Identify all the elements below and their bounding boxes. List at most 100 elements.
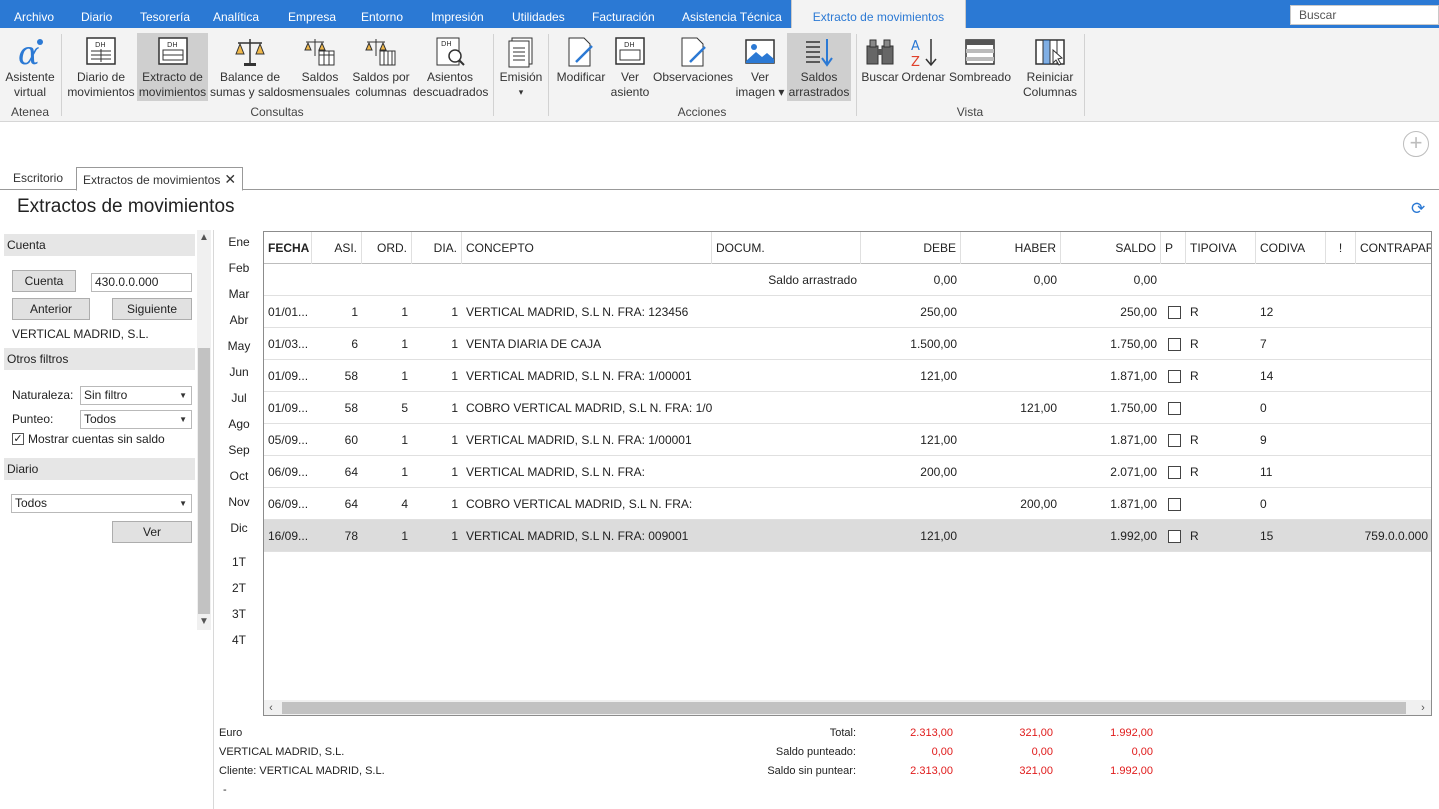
naturaleza-select[interactable]: Sin filtro ▼ — [80, 386, 192, 405]
scroll-up-icon[interactable]: ▲ — [197, 232, 211, 243]
month-15[interactable]: 4T — [222, 633, 256, 647]
col-alert[interactable]: ! — [1326, 232, 1356, 264]
modificar-button[interactable]: Modificar — [553, 33, 609, 101]
col-tipoiva[interactable]: TIPOIVA — [1186, 232, 1256, 264]
tab-extractos-movimientos[interactable]: Extractos de movimientos ✕ — [76, 167, 244, 191]
observaciones-button[interactable]: Observaciones — [653, 33, 733, 101]
month-1[interactable]: Feb — [222, 261, 256, 275]
month-13[interactable]: 2T — [222, 581, 256, 595]
col-dia[interactable]: DIA. — [412, 232, 462, 264]
month-7[interactable]: Ago — [222, 417, 256, 431]
menu-archivo[interactable]: Archivo — [14, 0, 54, 28]
table-row[interactable]: 01/09... 58 5 1 COBRO VERTICAL MADRID, S.L N… — [264, 392, 1431, 424]
col-codiva[interactable]: CODIVA — [1256, 232, 1326, 264]
grid-horizontal-scrollbar[interactable]: ‹ › — [264, 700, 1431, 715]
menu-tesoreria[interactable]: Tesorería — [140, 0, 190, 28]
cuenta-input[interactable]: 430.0.0.000 — [91, 273, 192, 292]
col-contrapartida[interactable]: CONTRAPARTIDA — [1356, 232, 1431, 264]
col-concepto[interactable]: CONCEPTO — [462, 232, 712, 264]
extracto-movimientos-button[interactable]: DH Extracto de movimientos — [137, 33, 208, 101]
cell-asi: 64 — [344, 497, 358, 511]
sombreado-button[interactable]: Sombreado — [948, 33, 1012, 101]
balance-sumas-saldos-button[interactable]: Balance de sumas y saldos — [210, 33, 293, 101]
asistente-virtual-button[interactable]: α Asistente virtual — [4, 33, 56, 101]
month-2[interactable]: Mar — [222, 287, 256, 301]
refresh-icon[interactable]: ⟳ — [1411, 199, 1425, 219]
emision-button[interactable]: Emisión ▾ — [497, 33, 545, 101]
month-5[interactable]: Jun — [222, 365, 256, 379]
close-icon[interactable]: ✕ — [224, 171, 236, 187]
menu-utilidades[interactable]: Utilidades — [512, 0, 565, 28]
reiniciar-columnas-button[interactable]: Reiniciar Columnas — [1020, 33, 1080, 101]
month-3[interactable]: Abr — [222, 313, 256, 327]
punteo-checkbox[interactable] — [1168, 338, 1181, 351]
table-row[interactable]: 16/09... 78 1 1 VERTICAL MADRID, S.L N. FRA:… — [264, 520, 1431, 552]
menu-impresion[interactable]: Impresión — [431, 0, 484, 28]
punteo-checkbox[interactable] — [1168, 498, 1181, 511]
ordenar-button[interactable]: AZ Ordenar — [900, 33, 947, 101]
scrollbar-thumb[interactable] — [282, 702, 1406, 714]
col-docum[interactable]: DOCUM. — [712, 232, 861, 264]
menu-asistencia-tecnica[interactable]: Asistencia Técnica — [682, 0, 782, 28]
col-p[interactable]: P — [1161, 232, 1186, 264]
buscar-button[interactable]: Buscar — [860, 33, 900, 101]
siguiente-button[interactable]: Siguiente — [112, 298, 192, 320]
month-0[interactable]: Ene — [222, 235, 256, 249]
table-row[interactable]: 06/09... 64 4 1 COBRO VERTICAL MADRID, S.L N… — [264, 488, 1431, 520]
carried-balance-row[interactable]: Saldo arrastrado 0,00 0,00 0,00 — [264, 264, 1431, 296]
month-8[interactable]: Sep — [222, 443, 256, 457]
scrollbar-thumb[interactable] — [198, 348, 210, 614]
punteo-checkbox[interactable] — [1168, 370, 1181, 383]
menu-empresa[interactable]: Empresa — [288, 0, 336, 28]
col-ord[interactable]: ORD. — [362, 232, 412, 264]
month-9[interactable]: Oct — [222, 469, 256, 483]
table-row[interactable]: 01/09... 58 1 1 VERTICAL MADRID, S.L N. FRA:… — [264, 360, 1431, 392]
menu-entorno[interactable]: Entorno — [361, 0, 403, 28]
col-saldo[interactable]: SALDO — [1061, 232, 1161, 264]
ver-asiento-button[interactable]: DH Ver asiento — [609, 33, 651, 101]
search-input[interactable]: Buscar — [1290, 5, 1439, 25]
col-debe[interactable]: DEBE — [861, 232, 961, 264]
month-4[interactable]: May — [222, 339, 256, 353]
col-asi[interactable]: ASI. — [312, 232, 362, 264]
add-tab-icon[interactable]: + — [1403, 131, 1429, 157]
month-14[interactable]: 3T — [222, 607, 256, 621]
anterior-button[interactable]: Anterior — [12, 298, 90, 320]
cell-tipoiva: R — [1190, 529, 1199, 543]
table-row[interactable]: 05/09... 60 1 1 VERTICAL MADRID, S.L N. FRA:… — [264, 424, 1431, 456]
table-row[interactable]: 06/09... 64 1 1 VERTICAL MADRID, S.L N. FRA:… — [264, 456, 1431, 488]
table-row[interactable]: 01/01... 1 1 1 VERTICAL MADRID, S.L N. FRA: … — [264, 296, 1431, 328]
punteo-checkbox[interactable] — [1168, 530, 1181, 543]
punteo-select[interactable]: Todos ▼ — [80, 410, 192, 429]
punteo-checkbox[interactable] — [1168, 402, 1181, 415]
mostrar-cuentas-checkbox[interactable]: ✓ — [12, 433, 24, 445]
menu-facturacion[interactable]: Facturación — [592, 0, 655, 28]
col-haber[interactable]: HABER — [961, 232, 1061, 264]
punteo-checkbox[interactable] — [1168, 434, 1181, 447]
diario-movimientos-button[interactable]: DH Diario de movimientos — [67, 33, 135, 101]
punteo-checkbox[interactable] — [1168, 306, 1181, 319]
col-fecha[interactable]: FECHA — [264, 232, 312, 264]
scroll-down-icon[interactable]: ▼ — [197, 616, 211, 627]
month-12[interactable]: 1T — [222, 555, 256, 569]
menu-diario[interactable]: Diario — [81, 0, 112, 28]
saldos-mensuales-button[interactable]: Saldos mensuales — [292, 33, 350, 101]
menu-analitica[interactable]: Analítica — [213, 0, 259, 28]
ver-button[interactable]: Ver — [112, 521, 192, 543]
left-panel-scrollbar[interactable]: ▲ ▼ — [197, 230, 211, 630]
cuenta-button[interactable]: Cuenta — [12, 270, 76, 292]
scroll-right-icon[interactable]: › — [1416, 700, 1430, 715]
saldos-arrastrados-button[interactable]: Saldos arrastrados — [787, 33, 851, 101]
month-6[interactable]: Jul — [222, 391, 256, 405]
scroll-left-icon[interactable]: ‹ — [264, 700, 278, 715]
asientos-descuadrados-button[interactable]: DH Asientos descuadrados — [413, 33, 488, 101]
diario-select[interactable]: Todos ▼ — [11, 494, 192, 513]
month-10[interactable]: Nov — [222, 495, 256, 509]
punteo-checkbox[interactable] — [1168, 466, 1181, 479]
saldos-columnas-button[interactable]: Saldos por columnas — [350, 33, 412, 101]
menu-extracto-context-tab[interactable]: Extracto de movimientos — [791, 0, 966, 28]
tab-escritorio[interactable]: Escritorio — [7, 167, 69, 190]
table-row[interactable]: 01/03... 6 1 1 VENTA DIARIA DE CAJA 1.500,00 1… — [264, 328, 1431, 360]
month-11[interactable]: Dic — [222, 521, 256, 535]
ver-imagen-button[interactable]: Ver imagen ▾ — [734, 33, 786, 101]
